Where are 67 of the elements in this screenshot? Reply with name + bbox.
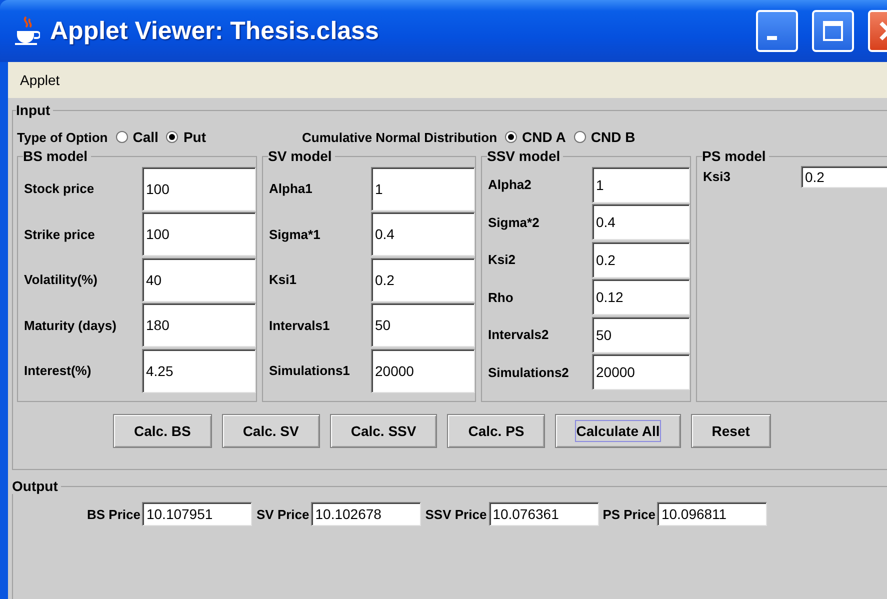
output-field[interactable]: 10.076361 bbox=[488, 502, 599, 526]
field-label: Volatility(%) bbox=[24, 272, 98, 288]
radio-button[interactable]: Call bbox=[116, 129, 158, 145]
maximize-icon bbox=[821, 19, 845, 43]
panel-title: SV model bbox=[268, 148, 333, 164]
input-field[interactable]: 100 bbox=[142, 212, 256, 256]
field-label: Sigma*1 bbox=[269, 226, 322, 242]
input-field[interactable]: 50 bbox=[371, 303, 475, 348]
panel-title: BS model bbox=[23, 148, 89, 164]
field-label: Maturity (days) bbox=[24, 318, 118, 333]
input-field[interactable]: 40 bbox=[142, 258, 256, 302]
panel-title: Output bbox=[12, 478, 59, 494]
radio-button[interactable]: Put bbox=[166, 129, 206, 145]
input-field[interactable]: 0.4 bbox=[371, 212, 475, 256]
coffee-cup-icon bbox=[14, 16, 40, 46]
action-button[interactable]: Calc. SV bbox=[222, 414, 320, 448]
field-label: BS Price bbox=[87, 506, 140, 522]
panel-title: SSV model bbox=[487, 148, 562, 164]
field-label: Strike price bbox=[24, 226, 96, 242]
input-field[interactable]: 1 bbox=[592, 166, 690, 203]
option-label: Cumulative Normal Distribution bbox=[302, 130, 498, 144]
output-field[interactable]: 10.096811 bbox=[657, 502, 768, 526]
field-label: Alpha1 bbox=[269, 181, 314, 196]
field-label: SSV Price bbox=[425, 506, 487, 522]
minimize-button[interactable] bbox=[756, 10, 798, 52]
panel-title: PS model bbox=[702, 148, 767, 164]
input-field[interactable]: 20000 bbox=[592, 354, 690, 390]
field-label: Interest(%) bbox=[24, 363, 92, 378]
input-field[interactable]: 0.2 bbox=[371, 258, 475, 302]
input-field[interactable]: 4.25 bbox=[142, 348, 256, 393]
radio-button[interactable]: CND A bbox=[505, 129, 566, 145]
field-label: Simulations1 bbox=[269, 363, 351, 378]
field-label: Rho bbox=[488, 290, 514, 305]
field-label: Intervals2 bbox=[488, 327, 550, 342]
field-label: Ksi3 bbox=[703, 168, 732, 184]
action-button[interactable]: Calc. PS bbox=[447, 414, 546, 448]
input-field[interactable]: 0.4 bbox=[592, 204, 690, 240]
panel-title: Input bbox=[16, 102, 52, 118]
field-label: Stock price bbox=[24, 181, 96, 196]
option-label: Type of Option bbox=[17, 130, 108, 144]
output-field[interactable]: 10.107951 bbox=[142, 502, 252, 526]
field-label: SV Price bbox=[256, 506, 310, 522]
field-label: Ksi1 bbox=[269, 272, 298, 288]
action-button[interactable]: Calculate All bbox=[555, 414, 681, 448]
field-label: Alpha2 bbox=[488, 177, 532, 192]
action-button[interactable]: Calc. BS bbox=[113, 414, 212, 448]
field-label: Ksi2 bbox=[488, 252, 516, 268]
input-field[interactable]: 180 bbox=[142, 303, 256, 348]
input-field[interactable]: 0.2 bbox=[801, 166, 887, 188]
input-field[interactable]: 1 bbox=[371, 166, 475, 211]
input-field[interactable]: 50 bbox=[592, 316, 690, 353]
menu-item[interactable]: Applet bbox=[20, 72, 60, 88]
input-field[interactable]: 100 bbox=[142, 166, 256, 211]
output-field[interactable]: 10.102678 bbox=[311, 502, 422, 526]
field-label: PS Price bbox=[602, 506, 656, 522]
field-label: Simulations2 bbox=[488, 364, 570, 380]
field-label: Sigma*2 bbox=[488, 214, 540, 230]
radio-button[interactable]: CND B bbox=[574, 129, 636, 145]
input-field[interactable]: 0.12 bbox=[592, 279, 690, 316]
input-field[interactable]: 0.2 bbox=[592, 242, 690, 278]
minimize-icon bbox=[767, 36, 777, 40]
maximize-button[interactable] bbox=[812, 10, 854, 52]
input-field[interactable]: 20000 bbox=[371, 348, 475, 393]
action-button[interactable]: Reset bbox=[690, 414, 771, 448]
action-button[interactable]: Calc. SSV bbox=[330, 414, 438, 448]
window-title: Applet Viewer: Thesis.class bbox=[50, 16, 380, 46]
field-label: Intervals1 bbox=[269, 318, 331, 333]
